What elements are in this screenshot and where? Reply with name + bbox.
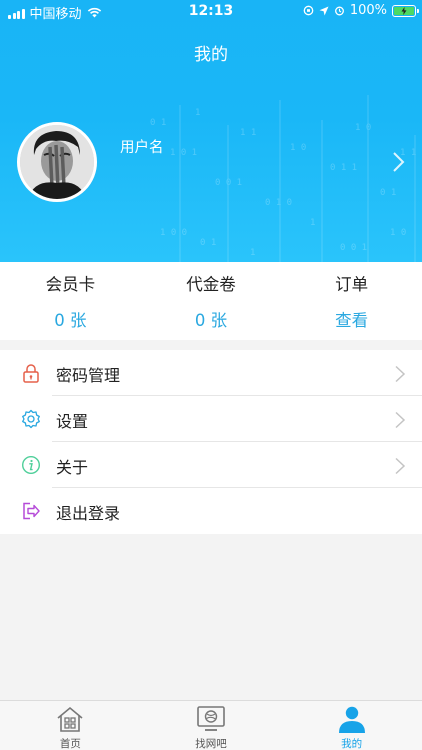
- alarm-icon: [334, 6, 344, 16]
- settings-menu: 密码管理 设置 关于 退出登录: [0, 350, 422, 534]
- logout-icon: [23, 502, 40, 520]
- tab-bar: 首页 找网吧 我的: [0, 700, 422, 750]
- chevron-right-icon: [395, 457, 406, 475]
- avatar[interactable]: [17, 122, 97, 202]
- menu-item-label: 设置: [56, 412, 89, 431]
- svg-text:1 0 1: 1 0 1: [170, 148, 197, 158]
- svg-text:1 0: 1 0: [355, 123, 371, 133]
- stat-membership-card[interactable]: 会员卡 0 张: [0, 262, 141, 340]
- chevron-right-icon: [395, 365, 406, 383]
- battery-icon: [392, 4, 419, 17]
- stat-label: 订单: [335, 275, 369, 294]
- tab-mine[interactable]: 我的: [281, 701, 422, 750]
- orientation-lock-icon: [303, 5, 314, 16]
- svg-text:0 1: 0 1: [200, 238, 216, 248]
- svg-text:0 1 0: 0 1 0: [265, 198, 292, 208]
- svg-text:1 0: 1 0: [390, 228, 406, 238]
- stat-label: 会员卡: [45, 275, 96, 294]
- menu-item-about[interactable]: 关于: [0, 442, 422, 488]
- svg-text:0 1: 0 1: [380, 188, 396, 198]
- svg-text:1: 1: [310, 218, 315, 228]
- person-icon: [338, 706, 365, 733]
- chevron-right-icon: [395, 411, 406, 429]
- tab-home[interactable]: 首页: [0, 701, 141, 750]
- battery-percent: 100%: [349, 3, 387, 18]
- avatar-photo: [20, 125, 94, 199]
- tab-label: 我的: [341, 738, 363, 750]
- monitor-globe-icon: [197, 706, 225, 731]
- svg-text:1: 1: [250, 248, 255, 258]
- svg-text:1 0: 1 0: [290, 143, 306, 153]
- svg-text:1: 1: [195, 108, 200, 118]
- menu-item-password[interactable]: 密码管理: [0, 350, 422, 396]
- svg-text:1 0 0: 1 0 0: [160, 228, 187, 238]
- chevron-right-icon[interactable]: [390, 150, 406, 174]
- username[interactable]: 用户名: [120, 136, 164, 157]
- tab-label: 首页: [59, 738, 81, 750]
- tab-find-netcafe[interactable]: 找网吧: [141, 701, 282, 750]
- svg-text:0 0 1: 0 0 1: [340, 243, 367, 253]
- gear-icon: [22, 409, 40, 429]
- location-arrow-icon: [319, 6, 329, 15]
- menu-item-logout[interactable]: 退出登录: [0, 488, 422, 534]
- stat-value: 0 张: [54, 311, 87, 330]
- profile-header: 0 1 1 0 1 1 0 0 1 1 1 0 1 0 1 0 1 0 1 1 1 0 0 1…: [0, 0, 422, 262]
- home-icon: [57, 706, 83, 732]
- page-title: 我的: [194, 45, 228, 65]
- info-icon: [21, 455, 41, 475]
- status-bar: 中国移动 12:13 100%: [0, 0, 422, 22]
- menu-item-label: 密码管理: [56, 366, 121, 385]
- svg-text:1 1: 1 1: [240, 128, 256, 138]
- tab-label: 找网吧: [195, 738, 227, 750]
- stat-value: 0 张: [194, 311, 228, 330]
- lock-icon: [23, 364, 39, 383]
- stat-label: 代金卷: [186, 275, 236, 294]
- stat-orders[interactable]: 订单 查看: [281, 262, 422, 340]
- menu-item-label: 退出登录: [56, 504, 121, 523]
- svg-text:0 1 1: 0 1 1: [330, 163, 357, 173]
- svg-text:0 1: 0 1: [150, 118, 166, 128]
- code-rain-background: 0 1 1 0 1 1 0 0 1 1 1 0 1 0 1 0 1 0 1 1 1 0 0 1…: [150, 95, 422, 262]
- stats-panel: 会员卡 0 张 代金卷 0 张 订单 查看: [0, 262, 422, 340]
- menu-item-label: 关于: [56, 458, 89, 477]
- menu-item-settings[interactable]: 设置: [0, 396, 422, 442]
- stat-value: 查看: [335, 311, 369, 330]
- stat-voucher[interactable]: 代金卷 0 张: [141, 262, 282, 340]
